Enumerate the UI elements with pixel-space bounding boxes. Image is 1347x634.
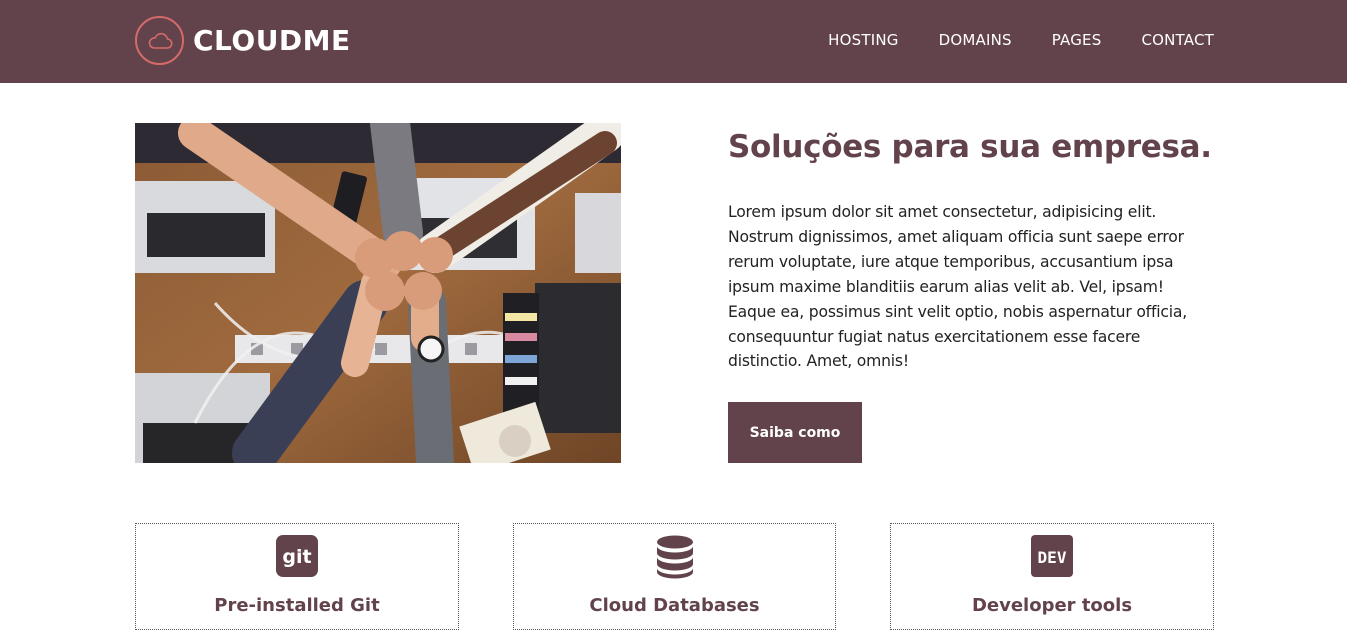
site-header: CLOUDME HOSTING DOMAINS PAGES CONTACT xyxy=(0,0,1347,83)
feature-card-devtools: DEV Developer tools xyxy=(890,523,1214,630)
feature-card-databases: Cloud Databases xyxy=(513,523,836,630)
hero-image xyxy=(135,123,621,463)
feature-title: Cloud Databases xyxy=(589,595,760,616)
hero-text: Soluções para sua empresa. Lorem ipsum d… xyxy=(728,127,1214,374)
brand-name: CLOUDME xyxy=(193,24,351,57)
cloud-icon xyxy=(135,16,184,65)
hero-title: Soluções para sua empresa. xyxy=(728,129,1212,165)
feature-card-git: git Pre-installed Git xyxy=(135,523,459,630)
git-icon: git xyxy=(276,535,318,581)
hero-body: Lorem ipsum dolor sit amet consectetur, … xyxy=(728,203,1188,371)
dev-icon: DEV xyxy=(1031,535,1073,581)
main-nav: HOSTING DOMAINS PAGES CONTACT xyxy=(828,31,1214,49)
nav-item-hosting[interactable]: HOSTING xyxy=(828,31,898,49)
learn-more-button[interactable]: Saiba como xyxy=(728,402,862,463)
brand-logo[interactable]: CLOUDME xyxy=(135,16,351,65)
feature-title: Pre-installed Git xyxy=(214,595,380,616)
nav-item-pages[interactable]: PAGES xyxy=(1052,31,1102,49)
feature-title: Developer tools xyxy=(971,595,1133,616)
nav-item-domains[interactable]: DOMAINS xyxy=(939,31,1012,49)
svg-text:git: git xyxy=(282,546,311,568)
svg-text:DEV: DEV xyxy=(1038,548,1067,567)
nav-item-contact[interactable]: CONTACT xyxy=(1141,31,1214,49)
database-icon xyxy=(656,535,694,583)
